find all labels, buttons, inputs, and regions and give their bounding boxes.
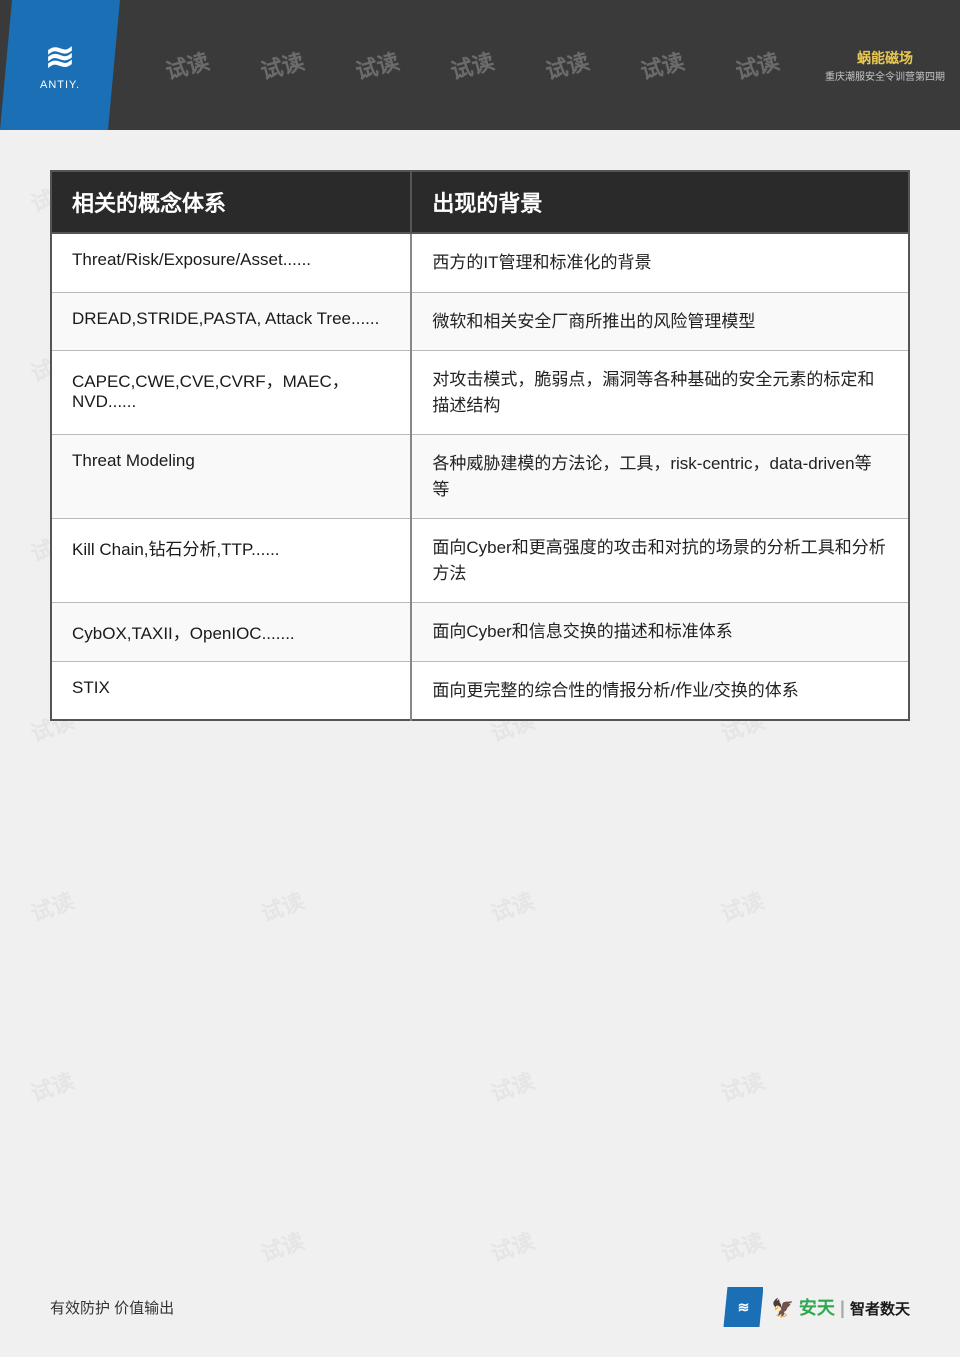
footer: 有效防护 价值输出 ≋ 🦅 安天 | 智者数天 — [0, 1287, 960, 1327]
header-brand-bottom: 重庆潮服安全令训营第四期 — [825, 68, 945, 83]
table-cell-concept: Threat/Risk/Exposure/Asset...... — [51, 233, 411, 292]
table-cell-background: 各种威胁建模的方法论，工具，risk-centric，data-driven等等 — [411, 435, 909, 519]
table-cell-background: 对攻击模式，脆弱点，漏洞等各种基础的安全元素的标定和描述结构 — [411, 351, 909, 435]
footer-logo-icon: ≋ — [723, 1287, 763, 1327]
bwm-18: 试读 — [26, 1063, 78, 1108]
footer-brand-name: 安天 — [799, 1298, 835, 1318]
footer-brand-text: 🦅 安天 | 智者数天 — [771, 1294, 910, 1320]
footer-divider: | — [840, 1298, 845, 1318]
bwm-16: 试读 — [486, 883, 538, 928]
table-cell-concept: CybOX,TAXII，OpenIOC....... — [51, 603, 411, 662]
bwm-20: 试读 — [716, 1063, 768, 1108]
logo-icon: ≋ — [45, 39, 75, 75]
table-cell-concept: Threat Modeling — [51, 435, 411, 519]
table-cell-concept: Kill Chain,钻石分析,TTP...... — [51, 519, 411, 603]
bwm-14: 试读 — [26, 883, 78, 928]
table-cell-background: 面向Cyber和更高强度的攻击和对抗的场景的分析工具和分析方法 — [411, 519, 909, 603]
table-row: Kill Chain,钻石分析,TTP......面向Cyber和更高强度的攻击… — [51, 519, 909, 603]
logo: ≋ ANTIY. — [0, 0, 120, 130]
bwm-15: 试读 — [256, 883, 308, 928]
watermark-1: 试读 — [162, 44, 213, 86]
table-cell-concept: CAPEC,CWE,CVE,CVRF，MAEC，NVD...... — [51, 351, 411, 435]
header: ≋ ANTIY. 试读 试读 试读 试读 试读 试读 试读 蜗能磁场 重庆潮服安… — [0, 0, 960, 130]
header-brand-top: 蜗能磁场 — [857, 48, 913, 68]
table-cell-concept: STIX — [51, 661, 411, 720]
table-row: Threat Modeling各种威胁建模的方法论，工具，risk-centri… — [51, 435, 909, 519]
footer-slogan: 有效防护 价值输出 — [50, 1297, 174, 1318]
footer-brand-suffix: 智者数天 — [850, 1301, 910, 1318]
logo-text: ANTIY. — [40, 79, 80, 91]
header-right-brand: 蜗能磁场 重庆潮服安全令训营第四期 — [825, 25, 945, 105]
watermark-6: 试读 — [637, 44, 688, 86]
main-content: 相关的概念体系 出现的背景 Threat/Risk/Exposure/Asset… — [0, 130, 960, 751]
footer-brand-prefix: 🦅 — [771, 1298, 793, 1318]
bwm-17: 试读 — [716, 883, 768, 928]
table-row: CybOX,TAXII，OpenIOC.......面向Cyber和信息交换的描… — [51, 603, 909, 662]
table-cell-concept: DREAD,STRIDE,PASTA, Attack Tree...... — [51, 292, 411, 351]
table-cell-background: 微软和相关安全厂商所推出的风险管理模型 — [411, 292, 909, 351]
bwm-22: 试读 — [486, 1223, 538, 1268]
table-row: CAPEC,CWE,CVE,CVRF，MAEC，NVD......对攻击模式，脆… — [51, 351, 909, 435]
bwm-19: 试读 — [486, 1063, 538, 1108]
table-row: DREAD,STRIDE,PASTA, Attack Tree......微软和… — [51, 292, 909, 351]
footer-brand: ≋ 🦅 安天 | 智者数天 — [723, 1287, 910, 1327]
watermark-7: 试读 — [732, 44, 783, 86]
footer-logo-symbol: ≋ — [738, 1299, 750, 1316]
table-cell-background: 西方的IT管理和标准化的背景 — [411, 233, 909, 292]
watermark-3: 试读 — [352, 44, 403, 86]
col1-header: 相关的概念体系 — [51, 171, 411, 233]
watermark-5: 试读 — [542, 44, 593, 86]
concept-table: 相关的概念体系 出现的背景 Threat/Risk/Exposure/Asset… — [50, 170, 910, 721]
table-row: STIX面向更完整的综合性的情报分析/作业/交换的体系 — [51, 661, 909, 720]
table-cell-background: 面向Cyber和信息交换的描述和标准体系 — [411, 603, 909, 662]
col2-header: 出现的背景 — [411, 171, 909, 233]
bwm-21: 试读 — [256, 1223, 308, 1268]
bwm-23: 试读 — [716, 1223, 768, 1268]
table-row: Threat/Risk/Exposure/Asset......西方的IT管理和… — [51, 233, 909, 292]
header-watermarks: 试读 试读 试读 试读 试读 试读 试读 — [120, 49, 825, 81]
table-cell-background: 面向更完整的综合性的情报分析/作业/交换的体系 — [411, 661, 909, 720]
watermark-2: 试读 — [257, 44, 308, 86]
watermark-4: 试读 — [447, 44, 498, 86]
